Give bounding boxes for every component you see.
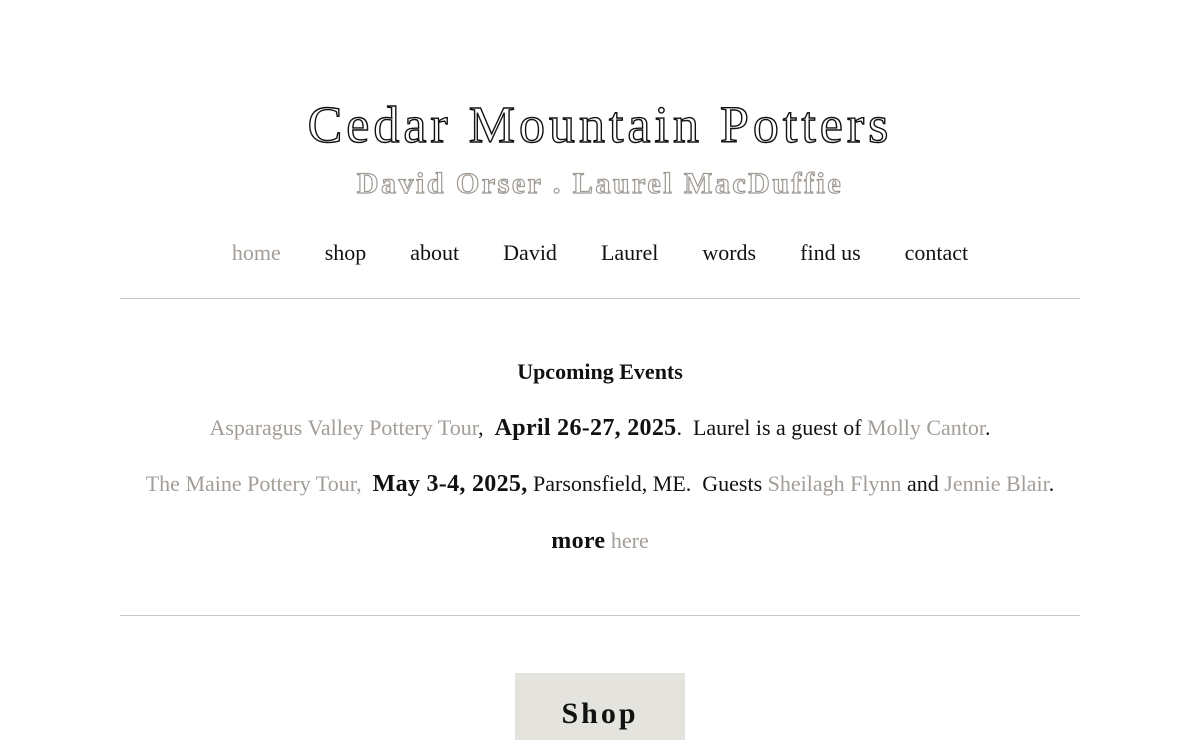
- event-date: May 3-4, 2025,: [372, 471, 528, 497]
- nav-item-words[interactable]: words: [680, 238, 778, 268]
- event-text: . Laurel is a guest of: [676, 415, 868, 440]
- event-end: .: [1048, 471, 1055, 496]
- more-here-link[interactable]: here: [611, 528, 649, 553]
- event-tour-link[interactable]: The Maine Pottery Tour,: [146, 471, 362, 496]
- divider-bottom: [120, 615, 1080, 616]
- event-end: .: [985, 415, 991, 440]
- event-asparagus-valley: Asparagus Valley Pottery Tour, April 26-…: [0, 413, 1200, 443]
- nav-item-contact[interactable]: contact: [883, 238, 991, 268]
- nav-item-about[interactable]: about: [388, 238, 481, 268]
- event-separator: ,: [478, 415, 484, 440]
- event-and: and: [901, 471, 945, 496]
- event-date: April 26-27, 2025: [494, 415, 677, 441]
- nav-item-find-us[interactable]: find us: [778, 238, 883, 268]
- event-guest-link[interactable]: Jennie Blair: [944, 471, 1048, 496]
- nav-item-shop[interactable]: shop: [303, 238, 389, 268]
- events-heading: Upcoming Events: [517, 359, 683, 384]
- event-text: Parsonsfield, ME. Guests: [527, 471, 768, 496]
- event-guest-link[interactable]: Molly Cantor: [867, 415, 985, 440]
- site-subtitle: David Orser . Laurel MacDuffie: [356, 166, 844, 200]
- nav-item-laurel[interactable]: Laurel: [579, 238, 680, 268]
- nav-item-home[interactable]: home: [210, 238, 303, 268]
- divider-top: [120, 298, 1080, 299]
- event-tour-link[interactable]: Asparagus Valley Pottery Tour: [209, 415, 478, 440]
- more-events: more here: [0, 526, 1200, 556]
- more-label: more: [551, 528, 606, 554]
- main-nav: home shop about David Laurel words find …: [0, 238, 1200, 268]
- nav-item-david[interactable]: David: [481, 238, 579, 268]
- shop-button[interactable]: Shop: [515, 673, 685, 740]
- event-maine-pottery-tour: The Maine Pottery Tour, May 3-4, 2025, P…: [0, 469, 1200, 499]
- event-guest-link[interactable]: Sheilagh Flynn: [768, 471, 902, 496]
- site-title: Cedar Mountain Potters: [307, 96, 893, 154]
